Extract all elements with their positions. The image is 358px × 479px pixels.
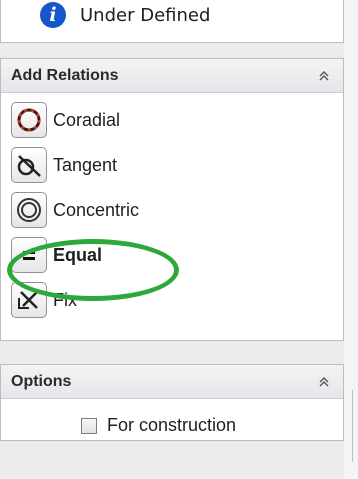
add-relations-panel: Add Relations Coradial Tangent Concentri… (0, 58, 344, 341)
status-row: i Under Defined (40, 2, 210, 28)
for-construction-checkbox[interactable] (81, 417, 97, 434)
relation-label[interactable]: Fix (53, 290, 77, 311)
relation-label[interactable]: Coradial (53, 110, 120, 131)
relation-equal[interactable]: Equal (11, 234, 102, 276)
relations-list: Coradial Tangent Concentric Equal Fix (1, 93, 343, 318)
status-text: Under Defined (80, 4, 211, 26)
add-relations-header[interactable]: Add Relations (1, 59, 343, 93)
info-icon: i (40, 2, 66, 28)
concentric-icon[interactable] (11, 192, 47, 228)
relation-concentric[interactable]: Concentric (11, 189, 139, 231)
add-relations-title: Add Relations (11, 66, 119, 84)
for-construction-row[interactable]: For construction (81, 415, 236, 436)
coradial-icon[interactable] (11, 102, 47, 138)
status-panel: i Under Defined (0, 0, 344, 43)
double-chevron-up-icon[interactable] (315, 67, 333, 85)
options-title: Options (11, 372, 72, 390)
relation-label[interactable]: Concentric (53, 200, 139, 221)
divider (352, 390, 353, 462)
double-chevron-up-icon[interactable] (315, 373, 333, 391)
for-construction-label[interactable]: For construction (107, 415, 236, 436)
options-panel: Options For construction (0, 364, 344, 441)
fix-icon[interactable] (11, 282, 47, 318)
equal-icon[interactable] (11, 237, 47, 273)
relation-tangent[interactable]: Tangent (11, 144, 117, 186)
relation-fix[interactable]: Fix (11, 279, 77, 321)
relation-label[interactable]: Tangent (53, 155, 117, 176)
tangent-icon[interactable] (11, 147, 47, 183)
panel-edge (344, 0, 358, 479)
relation-coradial[interactable]: Coradial (11, 99, 120, 141)
relation-label[interactable]: Equal (53, 245, 102, 266)
options-header[interactable]: Options (1, 365, 343, 399)
